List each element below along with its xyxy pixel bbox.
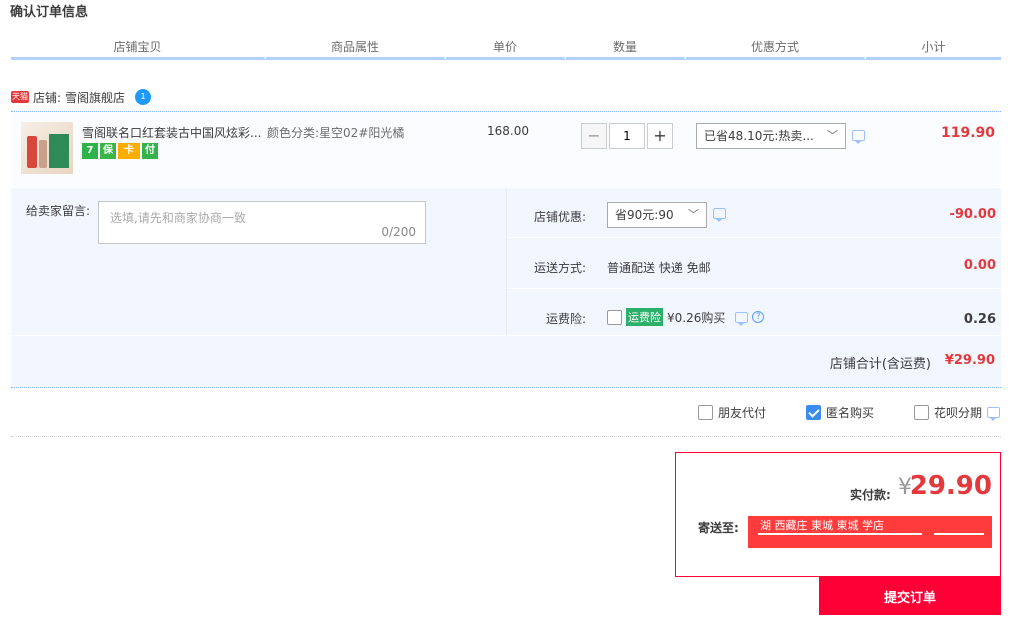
- payment-summary: 实付款: ¥ 29.90 寄送至: 湖 西藏庄 東城 東城 学店: [675, 452, 1001, 577]
- order-options-panel: 店铺优惠: 省90元:90 ﹀ -90.00 运送方式: 普通配送 快递 免邮 …: [506, 188, 1002, 335]
- huabei-installment-option[interactable]: 花呗分期: [914, 404, 1001, 421]
- redaction-line: [758, 533, 922, 535]
- item-promotion-value: 已省48.10元:热卖...: [704, 129, 814, 143]
- promotion-comment-icon[interactable]: [852, 130, 865, 144]
- shop-name-link[interactable]: 雪阁旗舰店: [65, 89, 125, 106]
- insurance-amount: 0.26: [963, 312, 996, 327]
- shop-total-label: 店铺合计(含运费): [829, 357, 931, 372]
- friend-pay-label: 朋友代付: [718, 406, 767, 420]
- submit-order-button[interactable]: 提交订单: [819, 577, 1001, 615]
- actual-payment-label: 实付款:: [850, 488, 891, 502]
- column-subtotal: 小计: [866, 38, 1001, 60]
- quantity-increase-button[interactable]: +: [647, 123, 673, 149]
- product-thumbnail[interactable]: [21, 122, 73, 174]
- order-item-row: 雪阁联名口红套装古中国风炫彩... 7 保 卡 付 颜色分类:星空02#阳光橘 …: [11, 111, 1001, 187]
- shop-promo-value: 省90元:90: [615, 208, 674, 222]
- redaction-line: [934, 533, 984, 535]
- shipping-row: 运送方式: 普通配送 快递 免邮 0.00: [507, 239, 1002, 289]
- insurance-checkbox[interactable]: [607, 309, 622, 325]
- insurance-label: 运费险:: [545, 312, 586, 326]
- seller-message-count: 0/200: [381, 225, 416, 239]
- column-shop-item: 店铺宝贝: [11, 38, 266, 60]
- anonymous-purchase-checkbox[interactable]: [806, 405, 821, 420]
- huabei-installment-checkbox[interactable]: [914, 405, 929, 420]
- anonymous-purchase-label: 匿名购买: [826, 406, 875, 420]
- wangwang-chat-icon[interactable]: 1: [135, 89, 152, 105]
- quantity-stepper: − +: [581, 123, 673, 149]
- credit-card-icon[interactable]: 卡: [118, 143, 140, 159]
- order-extra-section: 给卖家留言: 选填,请先和商家协商一致 0/200 店铺优惠: 省90元:90 …: [11, 188, 1002, 335]
- shop-promo-select[interactable]: 省90元:90 ﹀: [607, 202, 707, 228]
- shop-total-amount: ¥29.90: [944, 353, 995, 368]
- chevron-down-icon: ﹀: [688, 208, 699, 221]
- payment-icon[interactable]: 付: [142, 143, 158, 159]
- column-promotion: 优惠方式: [686, 38, 866, 60]
- service-badges: 7 保 卡 付: [82, 143, 158, 159]
- shop-promo-comment-icon[interactable]: [713, 208, 726, 222]
- shop-line: 天猫 店铺: 雪阁旗舰店 1: [11, 88, 152, 106]
- shipping-amount: 0.00: [963, 258, 996, 273]
- product-name-link[interactable]: 雪阁联名口红套装古中国风炫彩...: [82, 124, 267, 141]
- friend-pay-checkbox[interactable]: [698, 405, 713, 420]
- column-header: 店铺宝贝 商品属性 单价 数量 优惠方式 小计: [11, 38, 1001, 60]
- shipping-label: 运送方式:: [533, 261, 586, 275]
- insurance-option: 运费险 ¥0.26购买 ?: [607, 308, 765, 326]
- huabei-installment-label: 花呗分期: [934, 406, 983, 420]
- shop-promo-label: 店铺优惠:: [533, 210, 586, 224]
- shop-promo-row: 店铺优惠: 省90元:90 ﹀ -90.00: [507, 188, 1002, 238]
- column-unit-price: 单价: [446, 38, 566, 60]
- lipstick-shape-2: [39, 140, 47, 168]
- help-icon[interactable]: ?: [752, 311, 765, 323]
- column-attributes: 商品属性: [266, 38, 446, 60]
- wangwang-badge: 1: [140, 92, 146, 101]
- installment-comment-icon[interactable]: [987, 407, 1001, 421]
- ship-to-label: 寄送至:: [698, 521, 739, 535]
- shop-promo-amount: -90.00: [949, 207, 996, 222]
- insurance-tag: 运费险: [626, 308, 663, 326]
- seven-day-return-icon[interactable]: 7: [82, 143, 98, 159]
- seller-message-label: 给卖家留言:: [26, 204, 91, 218]
- redacted-address: 湖 西藏庄 東城 東城 学店: [748, 516, 992, 548]
- shipping-method: 普通配送 快递 免邮: [607, 261, 711, 275]
- item-subtotal: 119.90: [940, 125, 995, 141]
- quantity-input[interactable]: [609, 123, 645, 149]
- seller-message-input[interactable]: 选填,请先和商家协商一致 0/200: [98, 201, 426, 244]
- actual-payment-amount: 29.90: [909, 471, 992, 501]
- tmall-badge: 天猫: [11, 91, 29, 103]
- sku-label: 颜色分类:: [267, 126, 320, 140]
- anonymous-purchase-option[interactable]: 匿名购买: [806, 404, 874, 421]
- lipstick-shape: [27, 136, 37, 168]
- page-title: 确认订单信息: [10, 5, 89, 20]
- chevron-down-icon: ﹀: [827, 129, 838, 142]
- insurance-price: ¥0.26购买: [667, 310, 726, 325]
- unit-price: 168.00: [487, 124, 529, 138]
- quantity-decrease-button[interactable]: −: [581, 123, 607, 149]
- friend-pay-option[interactable]: 朋友代付: [698, 404, 766, 421]
- column-quantity: 数量: [566, 38, 686, 60]
- shop-label: 店铺:: [33, 90, 62, 105]
- insurance-comment-icon[interactable]: [735, 311, 749, 326]
- insurance-row: 运费险: 运费险 ¥0.26购买 ? 0.26: [507, 290, 1002, 335]
- sku-attributes: 颜色分类:星空02#阳光橘: [267, 124, 404, 141]
- item-promotion-select[interactable]: 已省48.10元:热卖... ﹀: [696, 123, 846, 149]
- address-text: 湖 西藏庄 東城 東城 学店: [760, 519, 884, 532]
- seller-message-placeholder: 选填,请先和商家协商一致: [110, 211, 246, 225]
- shop-total-row: 店铺合计(含运费) ¥29.90: [11, 336, 1001, 388]
- guarantee-icon[interactable]: 保: [100, 143, 116, 159]
- section-divider: [11, 436, 1001, 437]
- gift-box-shape: [49, 134, 69, 168]
- sku-value: 星空02#阳光橘: [319, 126, 405, 140]
